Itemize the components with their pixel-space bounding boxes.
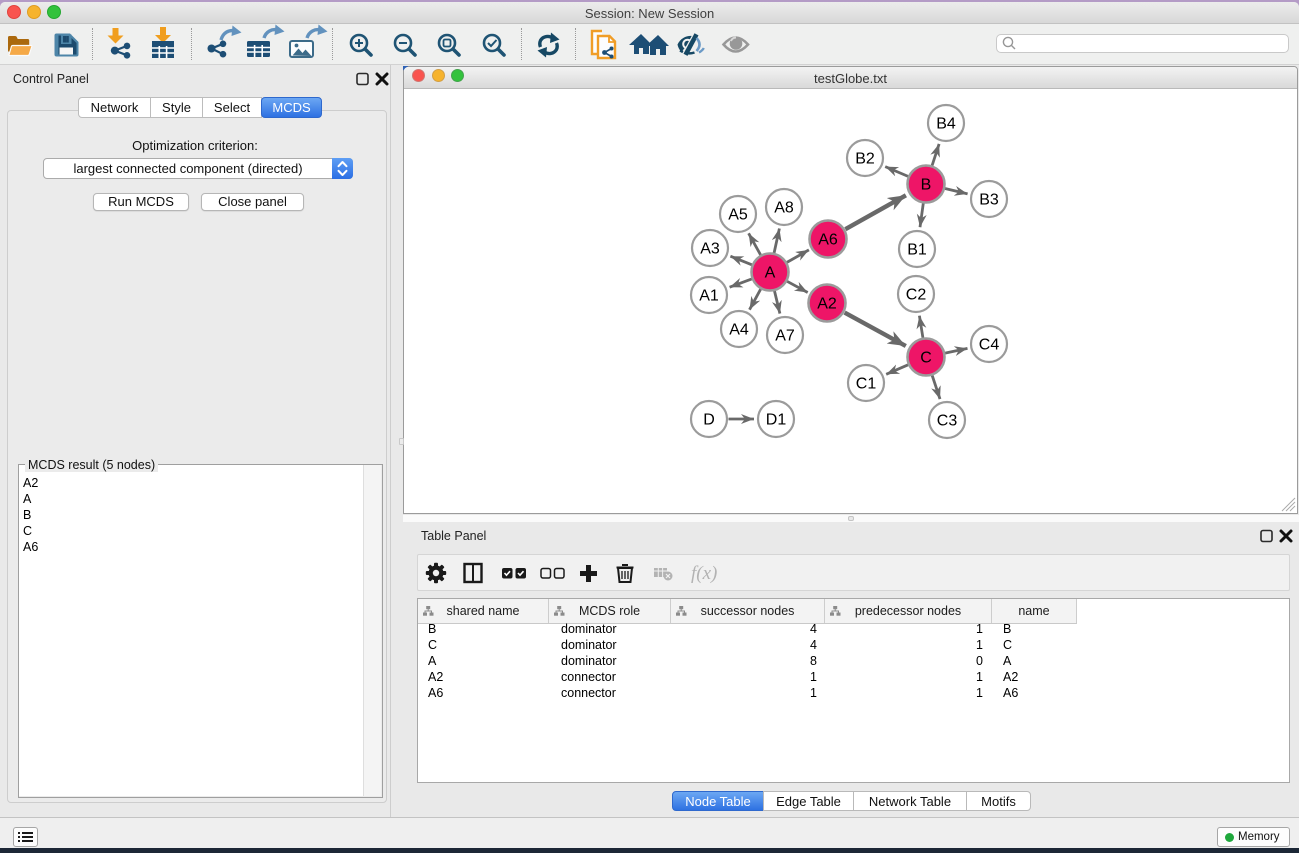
svg-text:A1: A1 [699, 288, 719, 305]
svg-text:D: D [703, 412, 715, 429]
svg-text:A5: A5 [728, 207, 748, 224]
svg-text:D1: D1 [766, 412, 787, 429]
svg-text:C3: C3 [937, 413, 958, 430]
svg-text:A7: A7 [775, 328, 795, 345]
svg-text:C4: C4 [979, 337, 1000, 354]
svg-text:A3: A3 [700, 241, 720, 258]
svg-text:A8: A8 [774, 200, 794, 217]
svg-text:B1: B1 [907, 242, 927, 259]
svg-text:f(x): f(x) [691, 563, 717, 584]
svg-text:B2: B2 [855, 151, 875, 168]
svg-text:B: B [921, 177, 932, 194]
svg-text:B3: B3 [979, 192, 999, 209]
svg-text:C: C [920, 350, 932, 367]
svg-text:C1: C1 [856, 376, 877, 393]
svg-text:A2: A2 [817, 296, 837, 313]
svg-text:B4: B4 [936, 116, 956, 133]
svg-text:A: A [765, 265, 776, 282]
svg-text:C2: C2 [906, 287, 927, 304]
svg-text:A4: A4 [729, 322, 749, 339]
svg-text:A6: A6 [818, 232, 838, 249]
